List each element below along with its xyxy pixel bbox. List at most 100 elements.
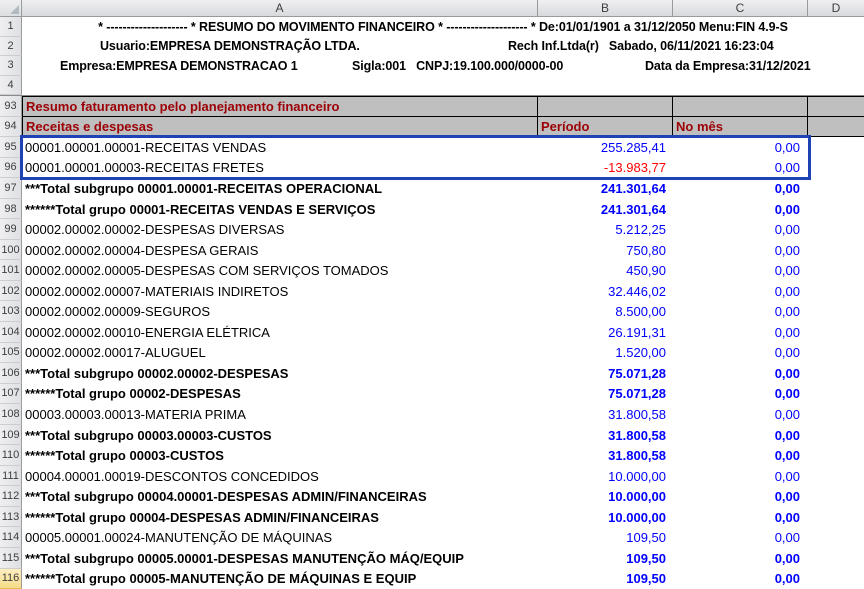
cell-period-value[interactable]: 241.301,64 <box>538 199 673 220</box>
row-header-1[interactable]: 1 <box>0 17 22 37</box>
cell-empty[interactable] <box>808 425 864 446</box>
cell-account-label[interactable]: 00003.00003.00013-MATERIA PRIMA <box>22 404 538 425</box>
cell-period-value[interactable]: 5.212,25 <box>538 219 673 240</box>
cell-period-value[interactable]: 75.071,28 <box>538 384 673 405</box>
cell-period-value[interactable]: 1.520,00 <box>538 343 673 364</box>
caption-no-mes[interactable]: No mês <box>673 117 808 138</box>
section-title-cell[interactable]: Resumo faturamento pelo planejamento fin… <box>22 96 538 117</box>
column-header-d[interactable]: D <box>808 0 864 17</box>
cell-empty[interactable] <box>808 363 864 384</box>
cell-period-value[interactable]: 10.000,00 <box>538 486 673 507</box>
cell-empty[interactable] <box>808 178 864 199</box>
row-header-93[interactable]: 93 <box>0 96 22 117</box>
cell-month-value[interactable]: 0,00 <box>673 137 808 158</box>
cell-month-value[interactable]: 0,00 <box>673 425 808 446</box>
cell-period-value[interactable]: 109,50 <box>538 527 673 548</box>
row-header-101[interactable]: 101 <box>0 260 22 281</box>
cell-month-value[interactable]: 0,00 <box>673 240 808 261</box>
cell-empty[interactable] <box>808 260 864 281</box>
cell-empty[interactable] <box>808 281 864 302</box>
cell-empty[interactable] <box>808 445 864 466</box>
column-header-b[interactable]: B <box>538 0 673 17</box>
cell-account-label[interactable]: 00002.00002.00007-MATERIAIS INDIRETOS <box>22 281 538 302</box>
cell-empty[interactable] <box>808 158 864 179</box>
cell-period-value[interactable]: 26.191,31 <box>538 322 673 343</box>
cell-period-value[interactable]: 109,50 <box>538 548 673 569</box>
row-header-99[interactable]: 99 <box>0 219 22 240</box>
cell-account-label[interactable]: ***Total subgrupo 00001.00001-RECEITAS O… <box>22 178 538 199</box>
cell-period-value[interactable]: 109,50 <box>538 569 673 589</box>
cell-period-value[interactable]: 8.500,00 <box>538 301 673 322</box>
caption-receitas-despesas[interactable]: Receitas e despesas <box>22 117 538 138</box>
row-header-109[interactable]: 109 <box>0 425 22 446</box>
row-header-107[interactable]: 107 <box>0 384 22 405</box>
cell-empty[interactable] <box>808 404 864 425</box>
row-header-114[interactable]: 114 <box>0 527 22 548</box>
row-header-95[interactable]: 95 <box>0 137 22 158</box>
report-title-cell[interactable]: * -------------------- * RESUMO DO MOVIM… <box>22 17 864 37</box>
cell-period-value[interactable]: 32.446,02 <box>538 281 673 302</box>
cell-month-value[interactable]: 0,00 <box>673 158 808 179</box>
cell-empty[interactable] <box>808 486 864 507</box>
row-header-2[interactable]: 2 <box>0 37 22 57</box>
cell-account-label[interactable]: 00002.00002.00002-DESPESAS DIVERSAS <box>22 219 538 240</box>
row-header-94[interactable]: 94 <box>0 117 22 138</box>
cell-account-label[interactable]: 00004.00001.00019-DESCONTOS CONCEDIDOS <box>22 466 538 487</box>
row-header-111[interactable]: 111 <box>0 466 22 487</box>
row-header-113[interactable]: 113 <box>0 507 22 528</box>
select-all-corner[interactable] <box>0 0 22 17</box>
cell-account-label[interactable]: 00002.00002.00005-DESPESAS COM SERVIÇOS … <box>22 260 538 281</box>
cell-period-value[interactable]: -13.983,77 <box>538 158 673 179</box>
cell-empty[interactable] <box>808 343 864 364</box>
cell-account-label[interactable]: ******Total grupo 00002-DESPESAS <box>22 384 538 405</box>
row-header-3[interactable]: 3 <box>0 56 22 76</box>
cell-empty[interactable] <box>808 384 864 405</box>
row-header-105[interactable]: 105 <box>0 343 22 364</box>
row-header-106[interactable]: 106 <box>0 363 22 384</box>
cell-empty[interactable] <box>808 507 864 528</box>
row-header-96[interactable]: 96 <box>0 158 22 179</box>
cell-account-label[interactable]: ******Total grupo 00003-CUSTOS <box>22 445 538 466</box>
cell-empty[interactable] <box>808 301 864 322</box>
cell-month-value[interactable]: 0,00 <box>673 507 808 528</box>
cell-account-label[interactable]: 00005.00001.00024-MANUTENÇÃO DE MÁQUINAS <box>22 527 538 548</box>
cell-month-value[interactable]: 0,00 <box>673 178 808 199</box>
cell-account-label[interactable]: ***Total subgrupo 00004.00001-DESPESAS A… <box>22 486 538 507</box>
cell-account-label[interactable]: 00002.00002.00010-ENERGIA ELÉTRICA <box>22 322 538 343</box>
cell-period-value[interactable]: 31.800,58 <box>538 425 673 446</box>
cell-account-label[interactable]: ******Total grupo 00005-MANUTENÇÃO DE MÁ… <box>22 569 538 589</box>
cell-period-value[interactable]: 31.800,58 <box>538 404 673 425</box>
row-header-115[interactable]: 115 <box>0 548 22 569</box>
cell-month-value[interactable]: 0,00 <box>673 260 808 281</box>
column-header-a[interactable]: A <box>22 0 538 17</box>
empty-row-cell[interactable] <box>22 76 864 96</box>
cell-month-value[interactable]: 0,00 <box>673 527 808 548</box>
cell-account-label[interactable]: 00002.00002.00009-SEGUROS <box>22 301 538 322</box>
row-header-110[interactable]: 110 <box>0 445 22 466</box>
cell-account-label[interactable]: 00002.00002.00017-ALUGUEL <box>22 343 538 364</box>
cell-empty[interactable] <box>808 240 864 261</box>
cell-empty[interactable] <box>808 199 864 220</box>
row-header-112[interactable]: 112 <box>0 486 22 507</box>
cell-account-label[interactable]: ***Total subgrupo 00005.00001-DESPESAS M… <box>22 548 538 569</box>
column-header-c[interactable]: C <box>673 0 808 17</box>
cell-period-value[interactable]: 750,80 <box>538 240 673 261</box>
row-header-100[interactable]: 100 <box>0 240 22 261</box>
cell-month-value[interactable]: 0,00 <box>673 445 808 466</box>
cell-account-label[interactable]: ******Total grupo 00001-RECEITAS VENDAS … <box>22 199 538 220</box>
cell-empty[interactable] <box>808 137 864 158</box>
cell-empty[interactable] <box>673 96 808 117</box>
cell-period-value[interactable]: 241.301,64 <box>538 178 673 199</box>
cell-empty[interactable] <box>808 322 864 343</box>
row-header-103[interactable]: 103 <box>0 301 22 322</box>
cell-account-label[interactable]: ***Total subgrupo 00002.00002-DESPESAS <box>22 363 538 384</box>
cell-empty[interactable] <box>808 527 864 548</box>
row-header-97[interactable]: 97 <box>0 178 22 199</box>
cell-empty[interactable] <box>808 466 864 487</box>
cell-period-value[interactable]: 255.285,41 <box>538 137 673 158</box>
cell-empty[interactable] <box>808 117 864 138</box>
cell-month-value[interactable]: 0,00 <box>673 219 808 240</box>
cell-month-value[interactable]: 0,00 <box>673 322 808 343</box>
cell-month-value[interactable]: 0,00 <box>673 486 808 507</box>
cell-month-value[interactable]: 0,00 <box>673 404 808 425</box>
